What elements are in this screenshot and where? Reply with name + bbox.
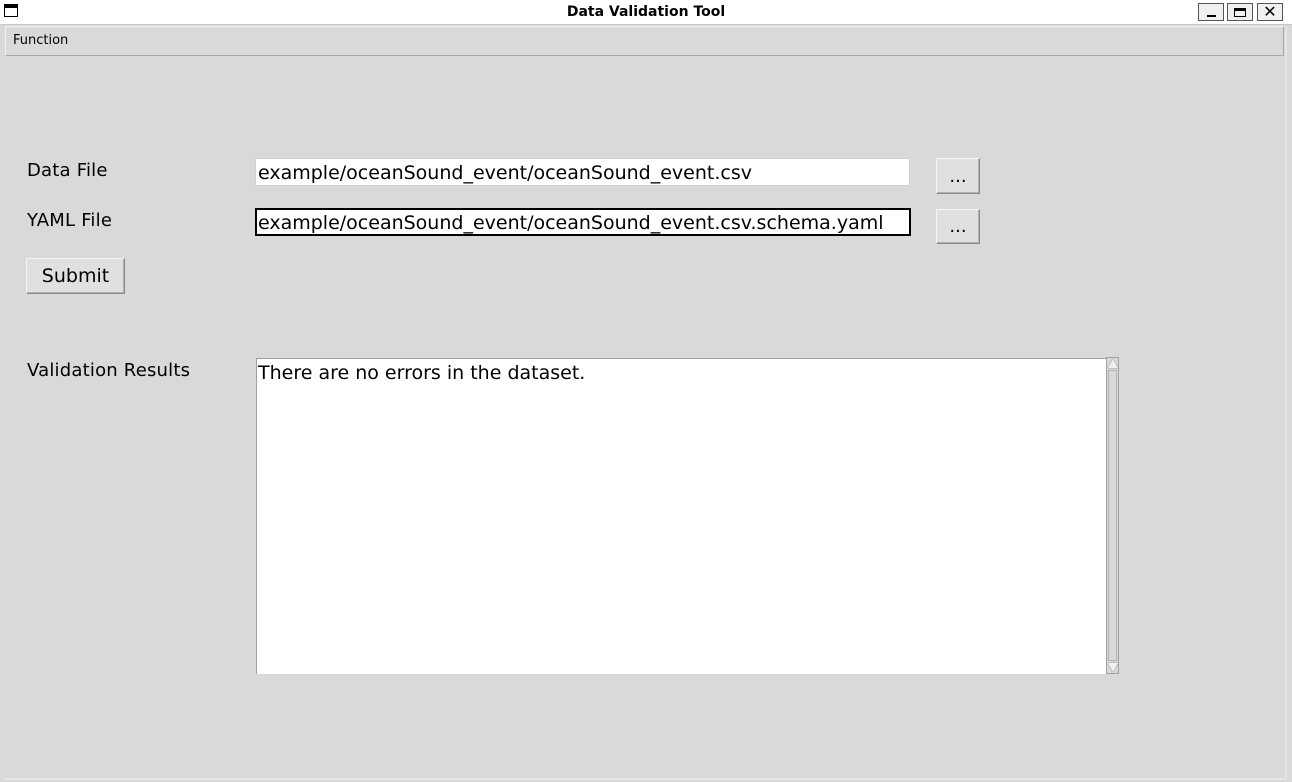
menubar: Function (5, 26, 1284, 56)
browse-yaml-file-button[interactable]: ... (936, 209, 980, 244)
window-title: Data Validation Tool (566, 4, 726, 20)
yaml-file-label: YAML File (27, 210, 113, 231)
data-file-label: Data File (27, 160, 108, 181)
maximize-icon (1234, 7, 1246, 17)
maximize-button[interactable] (1227, 3, 1253, 21)
window-titlebar: Data Validation Tool ✕ (0, 0, 1292, 25)
browse-data-file-button[interactable]: ... (936, 158, 980, 194)
scroll-down-arrow-icon[interactable] (1107, 663, 1118, 672)
close-button[interactable]: ✕ (1257, 3, 1283, 21)
data-file-input[interactable]: example/oceanSound_event/oceanSound_even… (255, 158, 910, 186)
minimize-button[interactable] (1198, 3, 1224, 21)
minimize-icon (1206, 15, 1216, 17)
submit-button[interactable]: Submit (26, 258, 125, 294)
validation-results-label: Validation Results (27, 360, 191, 381)
yaml-file-input[interactable]: example/oceanSound_event/oceanSound_even… (255, 208, 911, 236)
close-icon: ✕ (1263, 2, 1277, 21)
results-scrollbar[interactable] (1106, 357, 1119, 674)
validation-results-textarea[interactable]: There are no errors in the dataset. (256, 358, 1107, 674)
menu-function[interactable]: Function (13, 33, 68, 48)
scrollbar-thumb[interactable] (1108, 370, 1117, 661)
scroll-up-arrow-icon[interactable] (1107, 359, 1118, 368)
